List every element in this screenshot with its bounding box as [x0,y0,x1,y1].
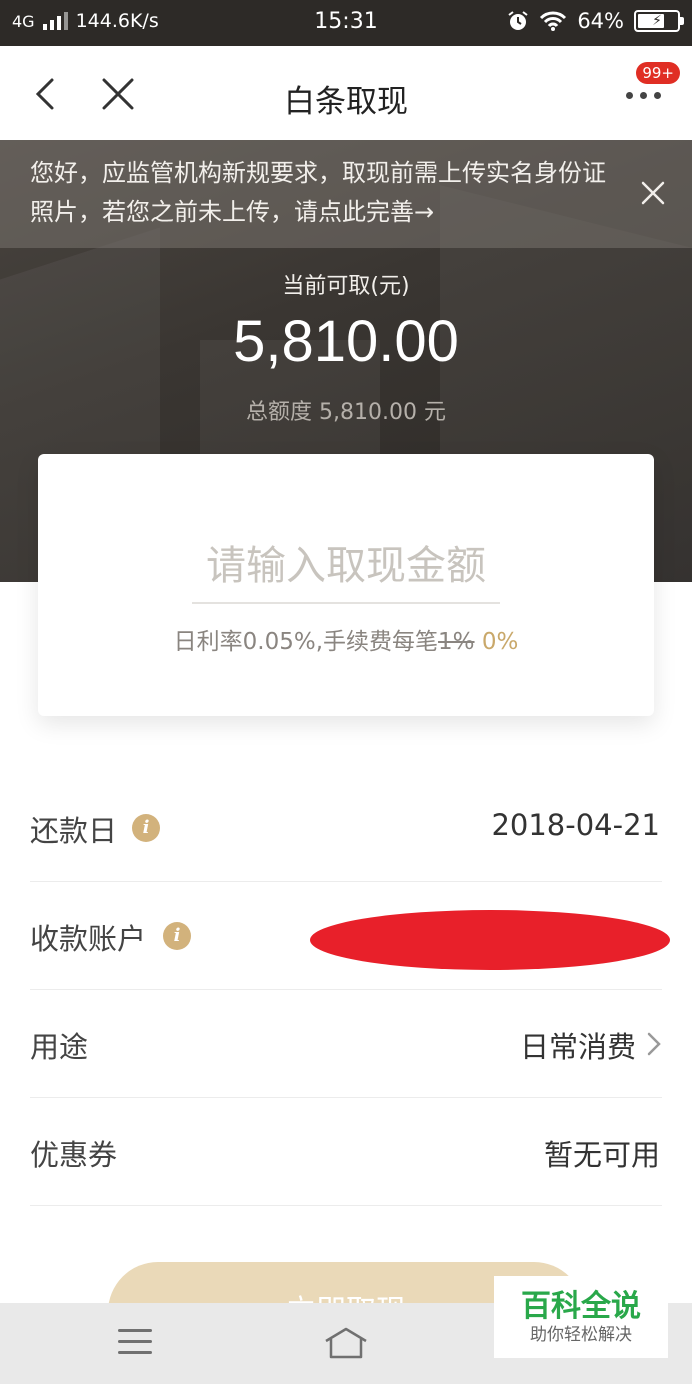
receiving-account-row[interactable]: 收款账户 i [30,882,670,990]
alarm-icon [508,11,528,30]
row-label: 还款日 [30,814,118,848]
close-icon[interactable] [640,180,666,206]
status-bar: 4G 144.6K/s 15:31 64% ⚡ [0,0,692,46]
repayment-date-row: 还款日 i 2018-04-21 [30,774,662,882]
watermark-logo: 百科全说 助你轻松解决 [494,1276,668,1358]
menu-icon[interactable] [118,1329,152,1357]
rate-info: 日利率0.05%,手续费每笔1% 0% [38,622,654,656]
battery-percent: 64% [577,9,624,33]
more-button[interactable]: 99+ [620,62,680,116]
nav-bar: 白条取现 99+ [0,46,692,140]
available-label: 当前可取(元) [282,274,410,299]
chevron-right-icon [647,1032,661,1056]
row-value: 日常消费 [519,1030,636,1064]
row-label: 收款账户 [30,922,147,956]
fee-original: 1% [438,629,475,655]
fee-discounted: 0% [481,629,519,655]
page-title: 白条取现 [284,84,408,120]
battery-icon: ⚡ [634,10,684,32]
watermark-title: 百科全说 [521,1289,641,1324]
purpose-row[interactable]: 用途 日常消费 [30,990,662,1098]
row-label: 优惠券 [30,1138,118,1172]
notification-badge: 99+ [636,62,680,84]
total-credit: 总额度 5,810.00 元 [246,400,446,425]
notice-text[interactable]: 您好，应监管机构新规要求，取现前需上传实名身份证照片，若您之前未上传，请点此完善… [30,154,620,232]
amount-input[interactable] [192,530,500,604]
rate-prefix: 日利率0.05%,手续费每笔 [173,629,439,655]
row-value: 暂无可用 [543,1138,660,1172]
wifi-icon [540,11,567,31]
status-right: 64% ⚡ [507,9,684,33]
more-dots-icon [626,92,661,99]
info-icon[interactable]: i [163,922,191,950]
info-icon[interactable]: i [132,814,160,842]
home-icon[interactable] [322,1325,370,1361]
redacted-account [310,910,670,970]
coupon-row[interactable]: 优惠券 暂无可用 [30,1098,662,1206]
amount-card: 日利率0.05%,手续费每笔1% 0% [38,454,654,716]
row-value: 2018-04-21 [491,808,660,842]
watermark-subtitle: 助你轻松解决 [530,1325,632,1345]
verification-notice[interactable]: 您好，应监管机构新规要求，取现前需上传实名身份证照片，若您之前未上传，请点此完善… [0,140,692,248]
available-amount: 5,810.00 [233,309,459,374]
row-label: 用途 [30,1030,89,1064]
